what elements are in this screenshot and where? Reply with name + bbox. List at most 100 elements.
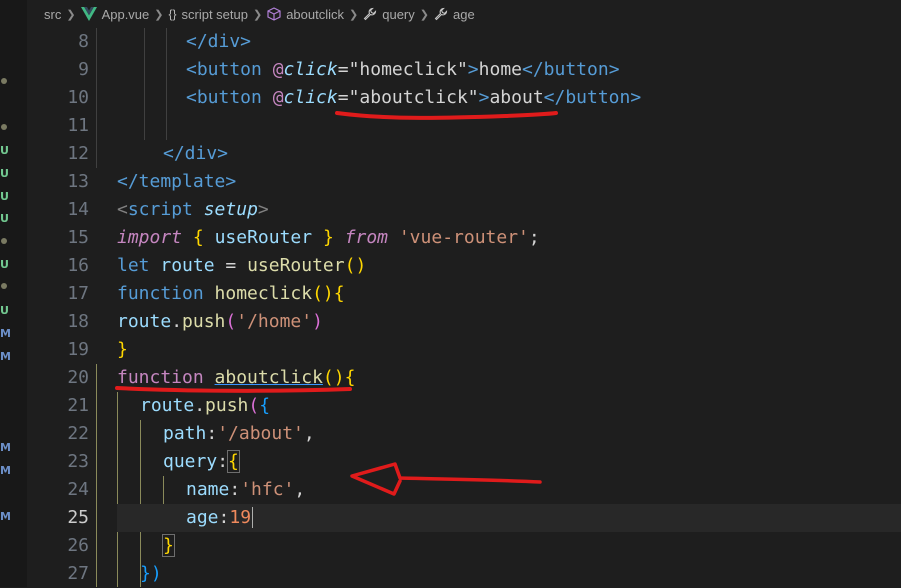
modified-dot-icon bbox=[1, 124, 7, 130]
breadcrumb-item-src[interactable]: src bbox=[44, 7, 61, 22]
line-number: 8 bbox=[78, 31, 89, 52]
code-token: </div> bbox=[186, 31, 252, 52]
code-token: setup bbox=[203, 199, 258, 220]
code-token: click bbox=[283, 59, 338, 80]
code-token: : bbox=[229, 479, 241, 500]
code-line-active: 25 age:19 bbox=[27, 504, 901, 532]
code-token: () bbox=[312, 283, 334, 304]
git-status-modified: M bbox=[0, 441, 11, 454]
code-token: </template> bbox=[117, 171, 237, 192]
breadcrumb-item-script-setup[interactable]: script setup bbox=[182, 7, 248, 22]
code-token: import bbox=[117, 227, 183, 248]
line-number: 23 bbox=[67, 451, 89, 472]
code-token: ) bbox=[312, 311, 323, 332]
vue-icon bbox=[80, 7, 97, 21]
code-token: ; bbox=[528, 227, 540, 248]
code-token: ( bbox=[248, 395, 260, 416]
code-token: click bbox=[283, 87, 338, 108]
text-cursor bbox=[252, 507, 254, 528]
wrench-icon bbox=[434, 7, 448, 21]
code-token: homeclick bbox=[214, 283, 313, 304]
breadcrumb: src ❯ App.vue ❯ {} script setup ❯ aboutc… bbox=[27, 0, 901, 28]
code-token: { bbox=[333, 283, 345, 304]
code-line: 17 function homeclick(){ bbox=[27, 280, 901, 308]
line-number: 10 bbox=[67, 87, 89, 108]
code-token: from bbox=[344, 227, 388, 248]
code-token: "aboutclick" bbox=[348, 87, 479, 108]
git-status-modified: M bbox=[0, 327, 11, 340]
chevron-right-icon: ❯ bbox=[252, 8, 263, 21]
git-status-untracked: U bbox=[0, 258, 9, 271]
code-token: aboutclick bbox=[214, 367, 323, 388]
line-number: 13 bbox=[67, 171, 89, 192]
breadcrumb-item-age[interactable]: age bbox=[453, 7, 475, 22]
code-token: useRouter bbox=[214, 227, 313, 248]
code-token: > bbox=[467, 59, 479, 80]
line-number: 15 bbox=[67, 227, 89, 248]
source-control-gutter: U U U U U U M M M M M bbox=[0, 0, 27, 587]
code-token: function bbox=[117, 367, 204, 388]
cube-icon bbox=[267, 7, 281, 21]
breadcrumb-item-query[interactable]: query bbox=[382, 7, 415, 22]
code-token: <button bbox=[186, 59, 262, 80]
code-token: name bbox=[186, 479, 230, 500]
modified-dot-icon bbox=[1, 283, 7, 289]
code-line: 12 </div> bbox=[27, 140, 901, 168]
chevron-right-icon: ❯ bbox=[349, 8, 359, 21]
code-token: , bbox=[294, 479, 306, 500]
git-status-untracked: U bbox=[0, 167, 9, 180]
code-line: 21 route.push({ bbox=[27, 392, 901, 420]
code-line: 9 <button @click="homeclick">home</butto… bbox=[27, 56, 901, 84]
breadcrumb-item-file[interactable]: App.vue bbox=[102, 7, 150, 22]
line-number: 16 bbox=[67, 255, 89, 276]
code-line: 13 </template> bbox=[27, 168, 901, 196]
code-token: <button bbox=[186, 87, 262, 108]
code-line: 8 </div> bbox=[27, 28, 901, 56]
code-token: push bbox=[205, 395, 249, 416]
code-line: 15 import { useRouter } from 'vue-router… bbox=[27, 224, 901, 252]
line-number: 12 bbox=[67, 143, 89, 164]
code-token: '/about' bbox=[217, 423, 304, 444]
code-token: '/home' bbox=[236, 311, 313, 332]
code-token: let bbox=[117, 255, 150, 276]
code-line: 24 name:'hfc', bbox=[27, 476, 901, 504]
code-token: script bbox=[127, 199, 193, 220]
line-number: 14 bbox=[67, 199, 89, 220]
code-token: ( bbox=[225, 311, 237, 332]
line-number: 21 bbox=[67, 395, 89, 416]
git-status-modified: M bbox=[0, 464, 11, 477]
code-token: . bbox=[171, 311, 183, 332]
code-token: = bbox=[337, 59, 349, 80]
code-token: path bbox=[163, 423, 207, 444]
code-editor[interactable]: 8 </div> 9 <button @click="homeclick">ho… bbox=[27, 28, 901, 587]
modified-dot-icon bbox=[1, 78, 7, 84]
code-token: } bbox=[322, 227, 334, 248]
line-number: 22 bbox=[67, 423, 89, 444]
git-status-modified: M bbox=[0, 350, 11, 363]
git-status-untracked: U bbox=[0, 190, 9, 203]
code-line: 20 function aboutclick(){ bbox=[27, 364, 901, 392]
code-token: 'hfc' bbox=[240, 479, 295, 500]
git-status-untracked: U bbox=[0, 212, 9, 225]
modified-dot-icon bbox=[1, 238, 7, 244]
line-number: 26 bbox=[67, 535, 89, 556]
code-token: } bbox=[162, 534, 175, 557]
code-token: about bbox=[489, 87, 544, 108]
code-token: </button> bbox=[522, 59, 620, 80]
code-token: 19 bbox=[229, 507, 252, 528]
breadcrumb-item-function[interactable]: aboutclick bbox=[286, 7, 344, 22]
chevron-right-icon: ❯ bbox=[419, 8, 429, 21]
code-token: </button> bbox=[543, 87, 642, 108]
code-token: { bbox=[344, 367, 356, 388]
line-number: 17 bbox=[67, 283, 89, 304]
code-line: 10 <button @click="aboutclick">about</bu… bbox=[27, 84, 901, 112]
code-token: @ bbox=[272, 87, 284, 108]
code-token: 'vue-router' bbox=[398, 227, 529, 248]
line-number: 18 bbox=[67, 311, 89, 332]
git-status-modified: M bbox=[0, 510, 11, 523]
code-token: { bbox=[259, 395, 271, 416]
code-token: > bbox=[478, 87, 490, 108]
code-token: age bbox=[186, 507, 219, 528]
line-number: 24 bbox=[67, 479, 89, 500]
code-token: } bbox=[117, 339, 128, 360]
